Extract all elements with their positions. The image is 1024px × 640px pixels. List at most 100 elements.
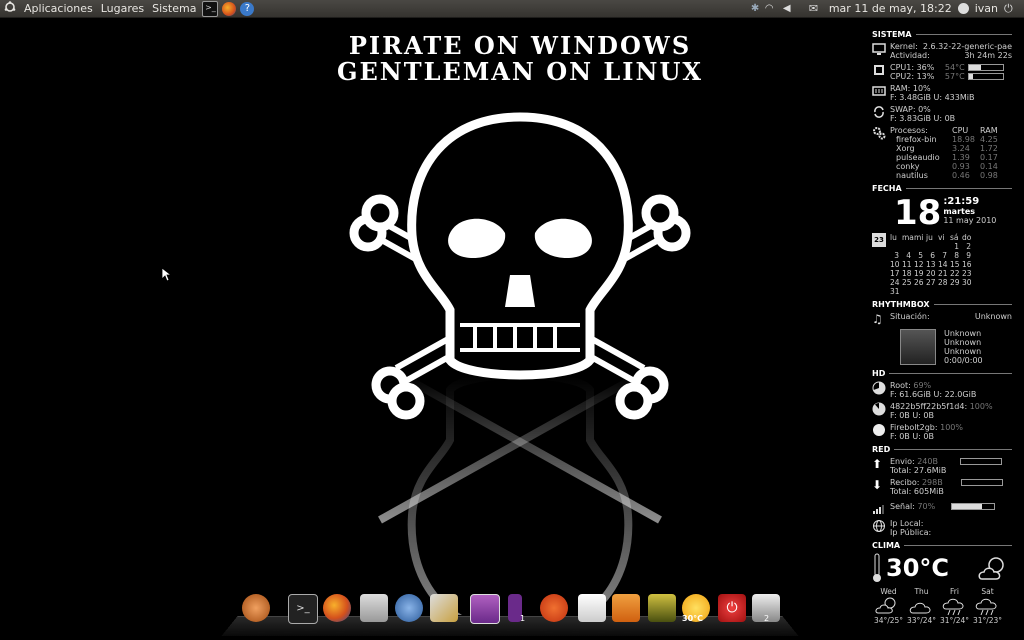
ram-icon (872, 86, 886, 96)
wifi-icon[interactable]: ◠ (765, 2, 779, 16)
menu-applications[interactable]: Aplicaciones (20, 2, 97, 15)
ip-local: Ip Local: (890, 519, 924, 528)
mouse-cursor-icon (162, 268, 172, 282)
calendar-day: 25 (902, 278, 912, 287)
kernel-label: Kernel: (890, 42, 918, 51)
disk-usage-pie-icon (872, 402, 886, 416)
calendar-day (914, 242, 926, 251)
pidgin-icon[interactable] (395, 594, 423, 622)
menu-system[interactable]: Sistema (148, 2, 200, 15)
calendar-day: 26 (914, 278, 924, 287)
calendar-day: 5 (918, 251, 923, 260)
signal-label: Señal: (890, 502, 915, 511)
volume-icon[interactable]: ◀ (783, 2, 797, 16)
window-icon[interactable] (470, 594, 500, 624)
disk-usage-pie-icon (872, 381, 886, 395)
download-total: Total: 605MiB (890, 487, 944, 496)
process-table: Procesos: CPU RAM firefox-bin 18.98 4.25 Xor… (890, 126, 998, 180)
calendar-day: 16 (962, 260, 972, 269)
calendar-day (902, 242, 914, 251)
section-red: RED (872, 445, 1012, 454)
disk-detail: F: 0B U: 0B (890, 432, 935, 441)
firefox-launcher-icon[interactable] (222, 1, 237, 16)
bluetooth-icon[interactable]: ✱ (751, 2, 761, 16)
terminal-launcher-icon[interactable]: >_ (202, 0, 219, 17)
time: :21:59 (943, 196, 980, 207)
skull-crossbones-icon (349, 112, 691, 615)
download-label: Recibo: (890, 478, 920, 487)
nautilus-shell-icon[interactable] (242, 594, 270, 622)
weekday: martes (943, 207, 976, 216)
section-rhythmbox: RHYTHMBOX (872, 300, 1012, 309)
signal-strength-icon (873, 505, 884, 514)
swap-usage: SWAP: 0% (890, 105, 931, 114)
calendar-day: 31 (890, 287, 900, 296)
signal-bar (951, 503, 996, 510)
calendar-weekday: lu (890, 233, 897, 242)
calendar-day (926, 242, 938, 251)
calendar-weekday: do (962, 233, 972, 242)
user-status-icon[interactable] (957, 3, 969, 14)
calendar-day: 17 (890, 269, 900, 278)
cleaner-icon[interactable] (430, 594, 458, 622)
top-panel: Aplicaciones Lugares Sistema >_ ? ✱ ◠ ◀ … (0, 0, 1024, 18)
calendar-day: 14 (938, 260, 948, 269)
disk-detail: F: 61.6GiB U: 22.0GiB (890, 390, 977, 399)
downloads-folder-icon[interactable] (612, 594, 640, 622)
upload-label: Envio: (890, 457, 915, 466)
menu-places[interactable]: Lugares (97, 2, 148, 15)
cpu2-usage: CPU2: 13% (890, 72, 935, 81)
disk-usage-pie-icon (873, 424, 885, 436)
calculator-icon[interactable] (360, 594, 388, 622)
disk-name: Firebolt2gb: (890, 423, 938, 432)
firefox-icon[interactable] (323, 594, 351, 622)
power-icon[interactable]: ⏻ (1004, 2, 1018, 16)
calendar-day: 6 (930, 251, 935, 260)
calendar-day: 2 (966, 242, 971, 251)
disk-name: Root: (890, 381, 911, 390)
calendar-grid: lu ma mi ju vi sá do 1 2 3 4 5 6 7 8 9 10 11 12 13 14 15 16 17 1… (890, 233, 974, 296)
calendar-day: 27 (926, 278, 936, 287)
mail-icon[interactable]: ✉ (809, 2, 823, 16)
calendar-day: 21 (938, 269, 948, 278)
uptime-label: Actividad: (890, 51, 930, 60)
rhythmbox-line: Unknown (944, 347, 982, 356)
download-arrow-icon: ⬇ (872, 478, 883, 492)
ubuntu-icon[interactable] (540, 594, 568, 622)
user-name[interactable]: ivan (971, 2, 1002, 15)
calendar-day: 24 (890, 278, 900, 287)
ubuntu-logo-icon[interactable] (0, 1, 20, 16)
kernel-value: 2.6.32-22-generic-pae (922, 42, 1012, 51)
photo-icon[interactable] (648, 594, 676, 622)
calendar-day (938, 242, 950, 251)
calendar-weekday: ju (926, 233, 933, 242)
cpu2-bar (967, 73, 1004, 80)
calendar-day (890, 242, 902, 251)
editor-icon[interactable] (578, 594, 606, 622)
signal-value: 70% (917, 502, 936, 511)
calendar-day: 30 (962, 278, 972, 287)
gears-icon (873, 127, 886, 140)
weather-dock-label: 30°C (682, 614, 704, 623)
calendar-day: 12 (914, 260, 924, 269)
disk-pct: 100% (969, 402, 993, 411)
upload-arrow-icon: ⬆ (872, 457, 883, 471)
ram-detail: F: 3.48GiB U: 433MiB (890, 93, 975, 102)
calendar-icon: 23 (872, 233, 886, 247)
ram-usage: RAM: 10% (890, 84, 931, 93)
rhythmbox-status: Unknown (974, 312, 1012, 321)
section-hd: HD (872, 369, 1012, 378)
help-launcher-icon[interactable]: ? (240, 1, 255, 16)
shutdown-icon[interactable]: ⏻ (718, 594, 746, 622)
terminal-icon[interactable]: >_ (288, 594, 318, 624)
calendar-day: 20 (926, 269, 936, 278)
clock[interactable]: mar 11 de may, 18:22 (825, 2, 956, 15)
calendar-weekday: mi (914, 233, 924, 242)
swap-detail: F: 3.83GiB U: 0B (890, 114, 956, 123)
upload-total: Total: 27.6MiB (890, 466, 947, 475)
globe-icon (873, 520, 885, 532)
dock: >_ 1 30°C ⏻ 2 (221, 588, 799, 636)
calendar-day: 28 (938, 278, 948, 287)
partly-cloudy-icon (978, 557, 1004, 580)
calendar-weekday: sá (950, 233, 959, 242)
